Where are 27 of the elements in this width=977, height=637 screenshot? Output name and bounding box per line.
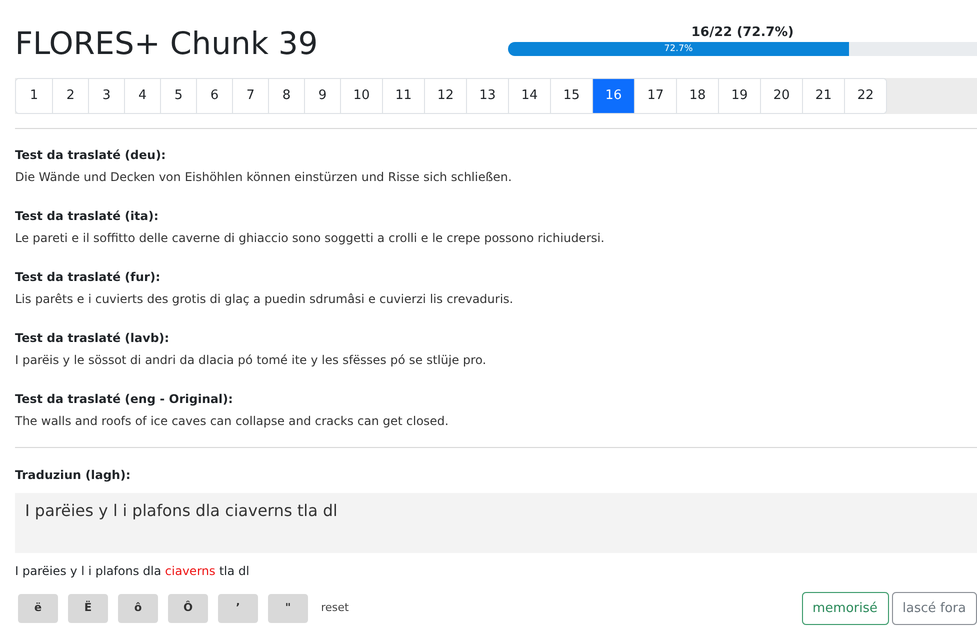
page-title: FLORES+ Chunk 39 xyxy=(15,25,319,64)
memorize-button[interactable]: memorisé xyxy=(802,592,889,625)
character-button[interactable]: ë xyxy=(18,594,58,623)
translation-label: Traduziun (lagh): xyxy=(15,467,132,483)
page-tab[interactable]: 16 xyxy=(592,79,634,113)
translation-preview: I parëies y l i plafons dla ciaverns tla dl xyxy=(15,563,250,579)
reset-button[interactable]: reset xyxy=(321,600,349,617)
source-label: Test da traslaté (fur): xyxy=(15,269,162,285)
source-label: Test da traslaté (deu): xyxy=(15,147,167,163)
character-button[interactable]: Ô xyxy=(168,594,208,623)
character-button[interactable]: ô xyxy=(118,594,158,623)
skip-button[interactable]: lascé fora xyxy=(892,592,977,625)
source-text: The walls and roofs of ice caves can collapse and cracks can get closed. xyxy=(15,413,450,429)
source-text: Lis parêts e i cuvierts des grotis di glaç a puedin sdrumâsi e cuvierzi lis crevaduris. xyxy=(15,291,514,307)
source-text: Die Wände und Decken von Eishöhlen können einstürzen und Risse sich schließen. xyxy=(15,169,513,185)
character-button[interactable]: ʼ xyxy=(218,594,258,623)
source-text: Le pareti e il soffitto delle caverne di ghiaccio sono soggetti a crolli e le crepe possono richiudersi. xyxy=(15,230,606,246)
source-label: Test da traslaté (ita): xyxy=(15,208,160,224)
character-button[interactable]: Ë xyxy=(68,594,108,623)
character-button[interactable]: " xyxy=(268,594,308,623)
progress-fill: 72.7% xyxy=(508,42,849,56)
source-text: I parëis y le sössot di andri da dlacia pó tomé ite y les sfësses pó se stlüje pro. xyxy=(15,352,488,368)
page-tab[interactable]: 22 xyxy=(844,79,886,113)
progress-caption: 16/22 (72.7%) xyxy=(691,25,794,41)
translation-field[interactable]: I parëies y l i plafons dla ciaverns tla dl xyxy=(15,493,977,553)
source-label: Test da traslaté (lavb): xyxy=(15,330,170,346)
source-label: Test da traslaté (eng - Original): xyxy=(15,391,234,407)
